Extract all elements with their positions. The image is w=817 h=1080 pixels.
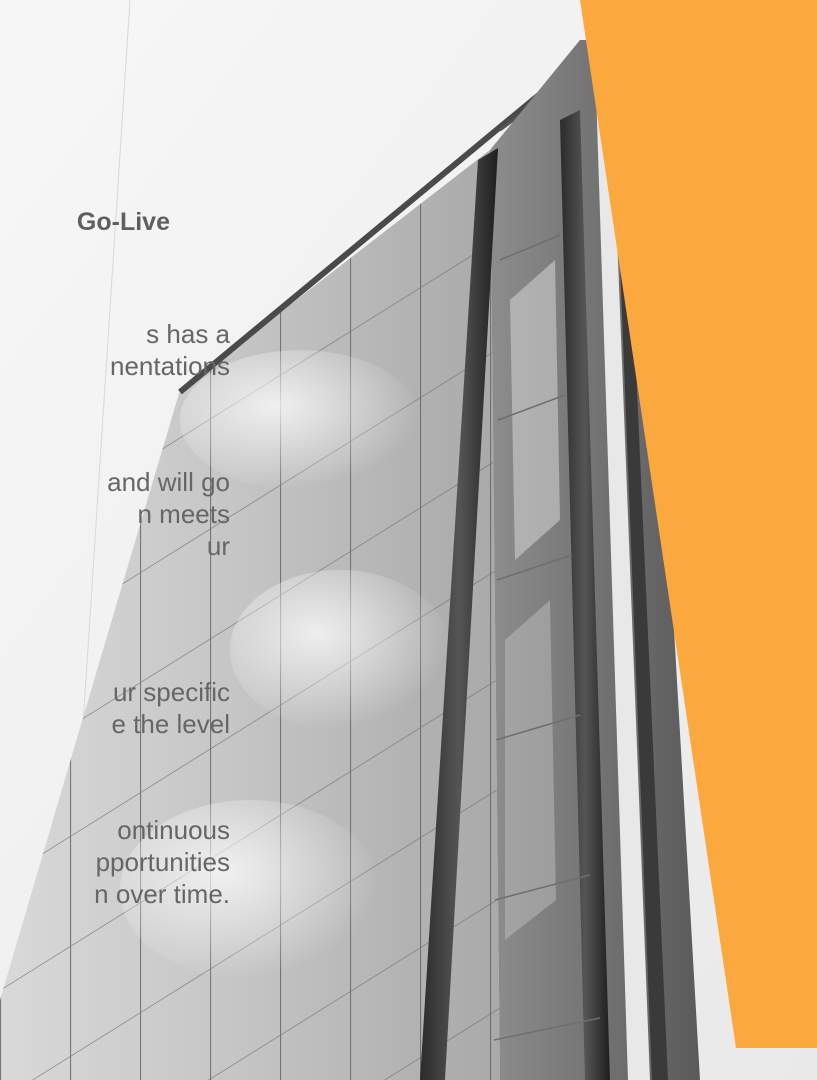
slide-canvas: Go-Live s has a nentations and will go n… [0, 0, 817, 1080]
building-photo [0, 0, 817, 1080]
